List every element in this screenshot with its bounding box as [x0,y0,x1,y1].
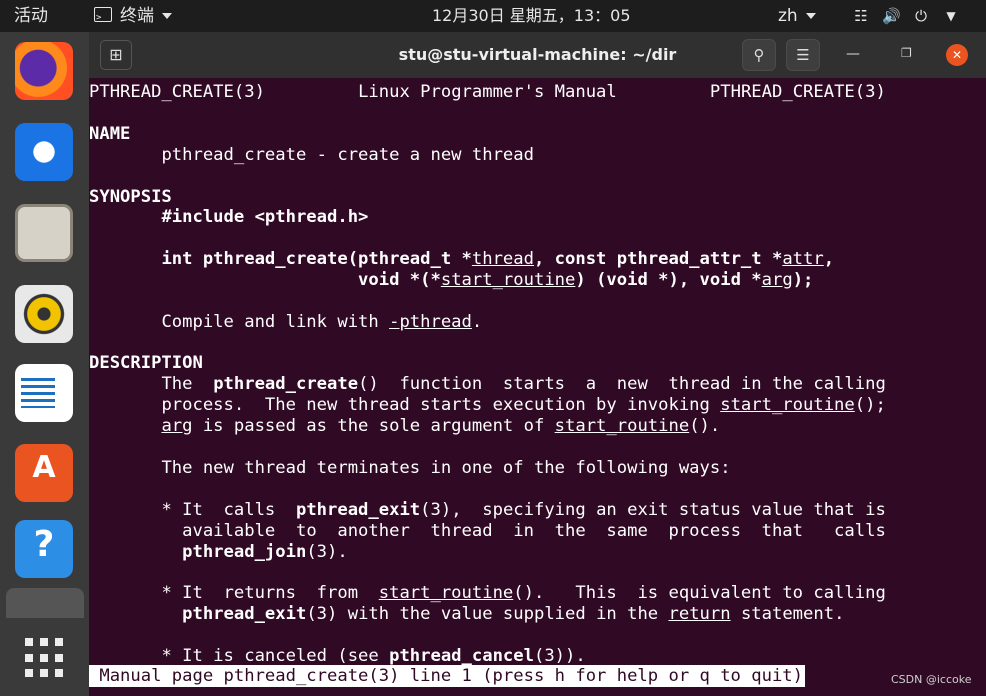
watermark: CSDN @iccoke [891,673,972,686]
section-synopsis-heading: SYNOPSIS [89,187,172,207]
thunderbird-icon[interactable] [15,123,73,181]
language-label: zh [778,6,798,26]
menu-button[interactable]: ☰ [786,39,820,71]
description-line: The pthread_create() function starts a n… [161,374,886,394]
app-menu[interactable]: 终端 [94,0,172,34]
search-icon: ⚲ [753,46,765,64]
description-line: arg is passed as the sole argument of st… [161,416,721,436]
chevron-down-icon [805,13,816,19]
title-bar: ⊞ stu@stu-virtual-machine: ~/dir ⚲ ☰ — ❐… [89,32,986,78]
firefox-icon[interactable] [15,42,73,100]
man-header: PTHREAD_CREATE(3) Linux Programmer's Man… [89,82,886,102]
maximize-button[interactable]: ❐ [901,46,912,60]
files-icon[interactable] [15,204,73,262]
section-name-heading: NAME [89,124,131,144]
bullet-line: pthread_exit(3) with the value supplied … [182,604,845,624]
power-icon: ⏻ [915,7,927,25]
chevron-down-icon: ▼ [946,9,956,23]
clock[interactable]: 12月30日 星期五，13：05 [432,0,631,32]
show-applications-icon[interactable] [25,638,65,678]
prototype-line-1: int pthread_create(pthread_t *thread, co… [161,249,835,269]
search-button[interactable]: ⚲ [742,39,776,71]
network-icon: ☷ [854,7,868,25]
system-menu[interactable]: ☷ 🔊 ⏻ ▼ [852,0,960,32]
chevron-down-icon [162,13,172,19]
description-line: process. The new thread starts execution… [161,395,886,415]
link-line: Compile and link with -pthread. [161,312,483,332]
pager-status-line: Manual page pthread_create(3) line 1 (pr… [89,665,805,687]
top-bar: 活动 终端 12月30日 星期五，13：05 zh ☷ 🔊 ⏻ ▼ [0,0,986,34]
ubuntu-software-icon[interactable] [15,444,73,502]
name-text: pthread_create - create a new thread [161,145,534,165]
libreoffice-writer-icon[interactable] [15,364,73,422]
bullet-line: * It calls pthread_exit(3), specifying a… [161,500,886,520]
terminal-icon[interactable] [6,588,84,618]
include-line: #include <pthread.h> [161,207,369,227]
bullet-line: * It returns from start_routine(). This … [161,583,886,603]
dock [0,32,89,696]
section-description-heading: DESCRIPTION [89,353,203,373]
bullet-line: available to another thread in the same … [182,521,886,541]
volume-icon: 🔊 [882,7,901,25]
terminal-window: ⊞ stu@stu-virtual-machine: ~/dir ⚲ ☰ — ❐… [89,32,986,696]
input-method[interactable]: zh [778,0,816,32]
minimize-button[interactable]: — [846,46,860,62]
bullet-line: * It is canceled (see pthread_cancel(3))… [161,646,586,666]
prototype-line-2: void *(*start_routine) (void *), void *a… [358,270,814,290]
bullet-line: pthread_join(3). [182,542,348,562]
terminal-content[interactable]: PTHREAD_CREATE(3) Linux Programmer's Man… [89,80,986,696]
app-menu-label: 终端 [120,6,154,26]
hamburger-icon: ☰ [796,46,810,64]
description-line: The new thread terminates in one of the … [161,458,731,478]
rhythmbox-icon[interactable] [15,285,73,343]
close-icon: ✕ [951,48,963,62]
terminal-icon [94,2,112,34]
help-icon[interactable] [15,520,73,578]
activities-button[interactable]: 活动 [14,0,48,32]
close-button[interactable]: ✕ [946,44,968,66]
